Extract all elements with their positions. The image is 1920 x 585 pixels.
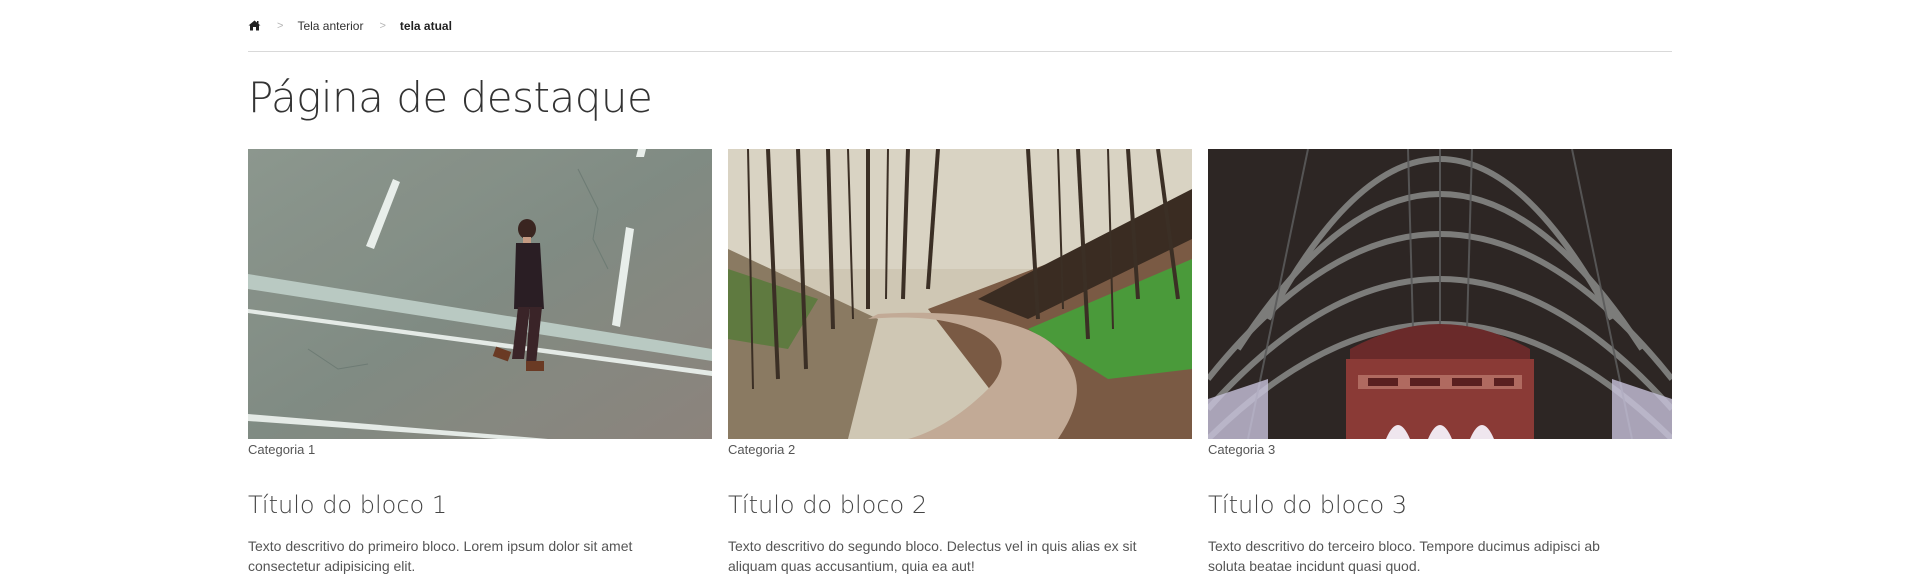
card-description: Texto descritivo do primeiro bloco. Lore… <box>248 538 633 574</box>
breadcrumb-separator: > <box>277 19 284 32</box>
page-title: Página de destaque <box>248 73 653 122</box>
breadcrumb: > Tela anterior > tela atual <box>248 0 1672 52</box>
card-title[interactable]: Título do bloco 3 <box>1208 490 1672 520</box>
home-icon <box>248 20 261 31</box>
breadcrumb-home[interactable] <box>248 20 261 31</box>
breadcrumb-current: tela atual <box>399 18 452 33</box>
card-category: Categoria 3 <box>1208 442 1276 457</box>
person-crossing-street-image <box>248 149 712 439</box>
station-roof-arch-image <box>1208 149 1672 439</box>
breadcrumb-previous-link[interactable]: Tela anterior <box>297 19 363 33</box>
card-3[interactable]: Categoria 3 Título do bloco 3 Texto desc… <box>1208 149 1672 576</box>
card-grid: Categoria 1 Título do bloco 1 Texto desc… <box>248 149 1672 576</box>
forest-dirt-road-image <box>728 149 1192 439</box>
page-container: > Tela anterior > tela atual Página de d… <box>248 0 1672 574</box>
card-description: Texto descritivo do terceiro bloco. Temp… <box>1208 538 1600 574</box>
card-2[interactable]: Categoria 2 Título do bloco 2 Texto desc… <box>728 149 1192 576</box>
card-title[interactable]: Título do bloco 2 <box>728 490 1192 520</box>
breadcrumb-separator: > <box>379 19 386 32</box>
card-1[interactable]: Categoria 1 Título do bloco 1 Texto desc… <box>248 149 712 576</box>
card-title[interactable]: Título do bloco 1 <box>248 490 712 520</box>
card-category: Categoria 1 <box>248 442 316 457</box>
card-description: Texto descritivo do segundo bloco. Delec… <box>728 538 1137 574</box>
card-category: Categoria 2 <box>728 442 796 457</box>
